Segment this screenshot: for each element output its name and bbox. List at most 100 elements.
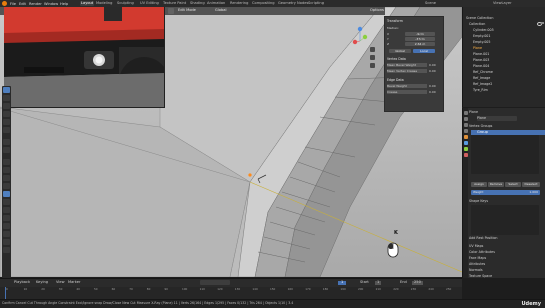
shape-key-list[interactable] <box>471 205 539 235</box>
uv-maps-head[interactable]: UV Maps <box>469 244 544 249</box>
tab-texture-paint[interactable]: Texture Paint <box>162 1 187 6</box>
render-tab-icon[interactable] <box>463 117 468 121</box>
space-global-button[interactable]: Global <box>389 49 411 53</box>
outliner-row[interactable]: Ref_Image2 <box>473 82 492 86</box>
inset-tool-icon[interactable] <box>3 167 10 173</box>
extrude-tool-icon[interactable] <box>3 159 10 165</box>
edge-slide-tool-icon[interactable] <box>3 223 10 229</box>
tab-uv-editing[interactable]: UV Editing <box>139 1 160 6</box>
median-z-field[interactable]: 2.64 m <box>405 42 435 46</box>
spin-tool-icon[interactable] <box>3 207 10 213</box>
frame-ruler[interactable]: 0 10 20 30 40 50 60 70 80 90 100 110 120 130 140 150 160… <box>0 287 462 299</box>
face-maps-head[interactable]: Face Maps <box>469 256 544 261</box>
blender-logo-icon[interactable] <box>2 1 7 6</box>
outliner-row[interactable]: Ref_Chrome <box>473 70 493 74</box>
deselect-button[interactable]: Deselect <box>522 182 540 187</box>
color-attributes-head[interactable]: Color Attributes <box>469 250 544 255</box>
shrink-fatten-tool-icon[interactable] <box>3 231 10 237</box>
mean-vertex-crease-label[interactable]: Mean Vertex Crease <box>387 69 427 73</box>
current-frame-field[interactable]: 1 <box>338 280 347 285</box>
view-menu[interactable]: View <box>56 280 65 285</box>
view-layer-selector[interactable]: ViewLayer <box>492 1 513 6</box>
orientation-dropdown[interactable]: Global <box>215 8 226 13</box>
output-tab-icon[interactable] <box>463 123 468 127</box>
vertex-groups-head[interactable]: Vertex Groups <box>469 124 544 129</box>
crease-value[interactable]: 0.00 <box>429 90 439 94</box>
bevel-weight-label[interactable]: Bevel Weight <box>387 84 427 88</box>
menu-help[interactable]: Help <box>60 2 68 6</box>
start-field[interactable]: 1 <box>375 280 382 285</box>
outliner-row[interactable]: Ref_Image <box>473 76 490 80</box>
mode-dropdown[interactable]: Edit Mode <box>178 8 196 13</box>
playback-menu[interactable]: Playback <box>14 280 30 285</box>
outliner-row[interactable]: Plane.003 <box>473 58 489 62</box>
cursor-tool-icon[interactable] <box>3 95 10 101</box>
assign-button[interactable]: Assign <box>471 182 487 187</box>
smooth-tool-icon[interactable] <box>3 215 10 221</box>
mean-bevel-weight-value[interactable]: 0.00 <box>429 63 439 67</box>
median-y-field[interactable]: -37cm <box>405 37 435 41</box>
move-tool-icon[interactable] <box>3 103 10 109</box>
bevel-tool-icon[interactable] <box>3 175 10 181</box>
scene-selector[interactable]: Scene <box>424 1 437 6</box>
bevel-weight-value[interactable]: 0.00 <box>429 84 439 88</box>
weight-field[interactable]: Weight 1.000 <box>471 190 540 195</box>
shape-keys-head[interactable]: Shape Keys <box>469 199 544 204</box>
outliner-row[interactable]: Plane.001 <box>473 52 489 56</box>
tab-sculpting[interactable]: Sculpting <box>116 1 135 6</box>
measure-tool-icon[interactable] <box>3 147 10 153</box>
tab-modeling[interactable]: Modeling <box>95 1 113 6</box>
outliner-row[interactable]: Collection <box>469 22 485 26</box>
props-data-name[interactable]: Plane <box>477 116 517 121</box>
menu-file[interactable]: File <box>10 2 16 6</box>
attributes-head[interactable]: Attributes <box>469 262 544 267</box>
median-x-field[interactable]: -9cm <box>405 32 435 36</box>
outliner-row[interactable]: Empty.005 <box>473 40 491 44</box>
poly-build-tool-icon[interactable] <box>3 199 10 205</box>
outliner-row[interactable]: Cylinder.005 <box>473 28 494 32</box>
scale-tool-icon[interactable] <box>3 119 10 125</box>
editor-type-icon[interactable] <box>168 8 174 14</box>
vertex-group-item[interactable]: Group <box>471 130 545 135</box>
marker-menu[interactable]: Marker <box>68 280 80 285</box>
loop-cut-tool-icon[interactable] <box>3 183 10 189</box>
tab-compositing[interactable]: Compositing <box>251 1 276 6</box>
tool-tab-icon[interactable] <box>463 111 468 115</box>
menu-edit[interactable]: Edit <box>19 2 26 6</box>
data-tab-icon[interactable] <box>463 147 468 151</box>
menu-render[interactable]: Render <box>29 2 42 6</box>
rotate-tool-icon[interactable] <box>3 111 10 117</box>
select-tool-icon[interactable] <box>3 87 10 93</box>
scene-tab-icon[interactable] <box>463 129 468 133</box>
remove-button[interactable]: Remove <box>488 182 504 187</box>
object-tab-icon[interactable] <box>463 135 468 139</box>
camera-icon[interactable] <box>541 22 544 24</box>
tab-layout[interactable]: Layout <box>80 1 95 6</box>
outliner-row[interactable]: Plane.004 <box>473 64 489 68</box>
select-button[interactable]: Select <box>505 182 521 187</box>
menu-window[interactable]: Window <box>44 2 58 6</box>
playhead[interactable] <box>5 287 6 299</box>
tab-shading[interactable]: Shading <box>189 1 206 6</box>
rip-tool-icon[interactable] <box>3 247 10 253</box>
space-local-button[interactable]: Local <box>413 49 435 53</box>
tab-geometry-nodes[interactable]: Geometry Nodes <box>277 1 309 6</box>
tab-animation[interactable]: Animation <box>206 1 226 6</box>
mean-bevel-weight-label[interactable]: Mean Bevel Weight <box>387 63 427 67</box>
vertex-group-list[interactable]: Group <box>471 130 545 174</box>
knife-tool-icon[interactable] <box>3 191 10 197</box>
transform-tool-icon[interactable] <box>3 127 10 133</box>
texture-space-head[interactable]: Texture Space <box>469 274 544 279</box>
modifier-tab-icon[interactable] <box>463 141 468 145</box>
options-dropdown[interactable]: Options <box>370 8 384 13</box>
tab-scripting[interactable]: Scripting <box>307 1 325 6</box>
vertex-data-head[interactable]: Vertex Data <box>387 57 406 61</box>
npanel-section-transform[interactable]: Transform <box>387 19 403 23</box>
mean-vertex-crease-value[interactable]: 0.00 <box>429 69 439 73</box>
shear-tool-icon[interactable] <box>3 239 10 245</box>
add-rest-position-checkbox[interactable]: Add Rest Position <box>469 236 544 241</box>
outliner-row[interactable]: Tyre_Rim <box>473 88 488 92</box>
annotate-tool-icon[interactable] <box>3 139 10 145</box>
keying-menu[interactable]: Keying <box>36 280 48 285</box>
normals-head[interactable]: Normals <box>469 268 544 273</box>
